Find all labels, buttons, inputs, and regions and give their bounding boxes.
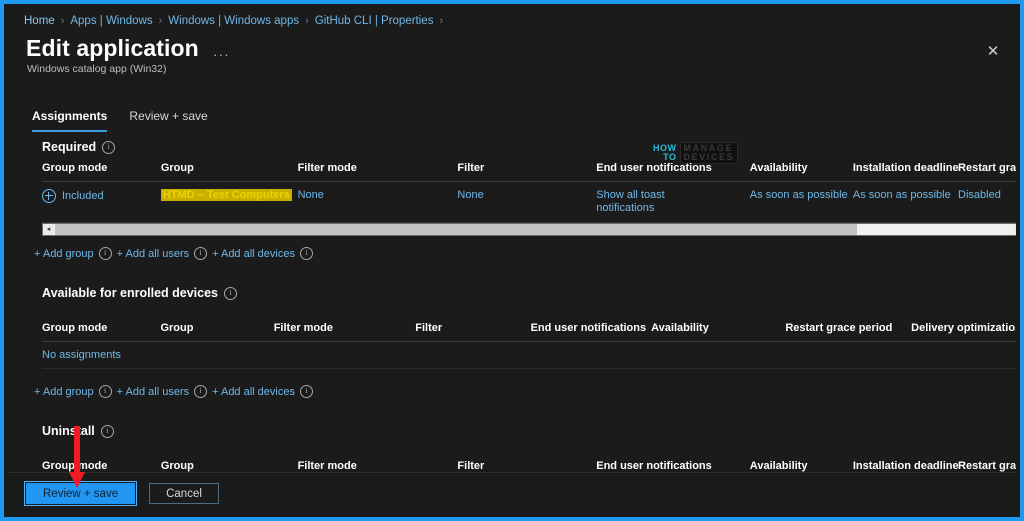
add-all-users-link[interactable]: + Add all users — [117, 386, 189, 398]
end-user-notifications-value: Show all toast notifications — [596, 189, 665, 214]
col-filter[interactable]: Filter — [457, 154, 597, 182]
breadcrumb-item-github-cli-properties[interactable]: GitHub CLI | Properties — [315, 15, 434, 27]
col-end-user-notifications[interactable]: End user notifications — [596, 154, 750, 182]
available-assignments-table: Group mode Group Filter mode Filter End … — [42, 314, 1016, 369]
table-header-row: Group mode Group Filter mode Filter End … — [42, 154, 1016, 182]
cell-availability[interactable]: As soon as possible — [749, 181, 853, 223]
section-heading-available: Available for enrolled devices i — [42, 286, 1016, 300]
table-row[interactable]: Included HTMD – Test Computers None None… — [42, 181, 1016, 223]
info-icon[interactable]: i — [102, 140, 116, 154]
breadcrumb-item-home[interactable]: Home — [24, 15, 55, 27]
breadcrumb-separator-icon: › — [60, 15, 65, 27]
info-icon[interactable]: i — [98, 385, 112, 398]
add-group-link[interactable]: + Add group — [34, 248, 94, 260]
info-icon[interactable]: i — [194, 385, 208, 398]
group-mode-included[interactable]: Included — [42, 189, 161, 203]
tab-assignments[interactable]: Assignments — [32, 109, 108, 132]
add-all-devices-link[interactable]: + Add all devices — [212, 386, 295, 398]
col-filter-mode[interactable]: Filter mode — [273, 314, 416, 342]
col-delivery-optimization[interactable]: Delivery optimizatio... — [911, 314, 1016, 342]
col-restart-grace-period[interactable]: Restart grace period — [785, 314, 912, 342]
azure-portal-blade-window: Home › Apps | Windows › Windows | Window… — [0, 0, 1024, 521]
scroll-right-arrow-icon[interactable]: ▸ — [1014, 224, 1016, 235]
col-filter-mode[interactable]: Filter mode — [297, 154, 458, 182]
col-group-mode[interactable]: Group mode — [42, 314, 161, 342]
col-installation-deadline[interactable]: Installation deadline — [852, 452, 959, 473]
blade-footer: Review + save Cancel — [8, 472, 1016, 513]
table-header-row: Group mode Group Filter mode Filter End … — [42, 452, 1016, 473]
page-subtitle: Windows catalog app (Win32) — [27, 63, 167, 75]
breadcrumb-item-apps-windows[interactable]: Apps | Windows — [70, 15, 152, 27]
section-title-required: Required — [42, 140, 97, 154]
breadcrumb-separator-icon: › — [158, 15, 163, 27]
info-icon[interactable]: i — [299, 247, 313, 260]
breadcrumb-separator-icon: › — [439, 15, 444, 27]
available-add-links: + Add group i + Add all users i + Add al… — [34, 385, 1016, 398]
col-filter[interactable]: Filter — [415, 314, 531, 342]
col-group[interactable]: Group — [160, 452, 298, 473]
col-group-mode[interactable]: Group mode — [42, 452, 161, 473]
col-availability[interactable]: Availability — [749, 452, 853, 473]
required-assignments-table: Group mode Group Filter mode Filter End … — [42, 154, 1016, 223]
cell-group: HTMD – Test Computers — [160, 181, 298, 223]
col-end-user-notifications[interactable]: End user notifications — [596, 452, 750, 473]
table-row-empty: No assignments — [42, 341, 1016, 369]
cell-end-user-notifications[interactable]: Show all toast notifications — [596, 181, 750, 223]
cell-group-mode: Included — [42, 181, 161, 223]
cell-filter[interactable]: None — [457, 181, 597, 223]
cell-filter-mode[interactable]: None — [297, 181, 458, 223]
col-group[interactable]: Group — [160, 154, 298, 182]
no-assignments-text: No assignments — [42, 341, 1016, 369]
info-icon[interactable]: i — [98, 247, 112, 260]
page-title: Edit application — [26, 35, 199, 61]
add-all-users-link[interactable]: + Add all users — [117, 248, 189, 260]
section-title-available: Available for enrolled devices — [42, 286, 218, 300]
col-end-user-notifications[interactable]: End user notifications — [530, 314, 652, 342]
col-filter[interactable]: Filter — [457, 452, 597, 473]
arrow-head — [69, 472, 85, 488]
breadcrumb: Home › Apps | Windows › Windows | Window… — [24, 15, 443, 27]
section-heading-required: Required i — [42, 140, 1016, 154]
group-mode-label: Included — [62, 190, 104, 202]
section-heading-uninstall: Uninstall i — [42, 424, 1016, 438]
scroll-left-arrow-icon[interactable]: ◂ — [43, 224, 54, 235]
col-group[interactable]: Group — [160, 314, 274, 342]
group-name-highlighted[interactable]: HTMD – Test Computers — [160, 189, 292, 201]
add-all-devices-link[interactable]: + Add all devices — [212, 248, 295, 260]
required-add-links: + Add group i + Add all users i + Add al… — [34, 247, 1016, 260]
required-table-horizontal-scrollbar[interactable]: ◂ ▸ — [42, 223, 1016, 236]
cell-restart-grace-period[interactable]: Disabled — [958, 181, 1016, 223]
more-options-icon[interactable]: ··· — [213, 36, 230, 62]
table-header-row: Group mode Group Filter mode Filter End … — [42, 314, 1016, 342]
breadcrumb-item-windows-apps[interactable]: Windows | Windows apps — [168, 15, 299, 27]
assignments-content: Required i Group mode Group Filter mode … — [8, 140, 1016, 473]
title-row: Edit application ··· — [26, 35, 230, 62]
blade-tabs: Assignments Review + save — [32, 109, 208, 132]
info-icon[interactable]: i — [299, 385, 313, 398]
annotation-arrow-icon — [69, 426, 85, 490]
info-icon[interactable]: i — [224, 286, 237, 300]
scrollbar-thumb[interactable] — [55, 224, 857, 235]
tab-review-save[interactable]: Review + save — [129, 109, 207, 132]
cell-installation-deadline[interactable]: As soon as possible — [852, 181, 959, 223]
col-restart-grace-period[interactable]: Restart grace pe — [958, 452, 1016, 473]
info-icon[interactable]: i — [194, 247, 208, 260]
col-installation-deadline[interactable]: Installation deadline — [852, 154, 959, 182]
plus-circle-icon — [42, 189, 56, 203]
col-availability[interactable]: Availability — [749, 154, 853, 182]
col-filter-mode[interactable]: Filter mode — [297, 452, 458, 473]
breadcrumb-separator-icon: › — [305, 15, 309, 27]
col-availability[interactable]: Availability — [651, 314, 786, 342]
edit-application-blade: Home › Apps | Windows › Windows | Window… — [8, 8, 1016, 513]
uninstall-assignments-table: Group mode Group Filter mode Filter End … — [42, 452, 1016, 473]
col-restart-grace-period[interactable]: Restart grace pe — [958, 154, 1016, 182]
cancel-button[interactable]: Cancel — [149, 482, 219, 504]
add-group-link[interactable]: + Add group — [34, 386, 94, 398]
col-group-mode[interactable]: Group mode — [42, 154, 161, 182]
close-icon[interactable]: ✕ — [982, 41, 1004, 63]
arrow-shaft — [74, 426, 80, 474]
info-icon[interactable]: i — [100, 424, 114, 438]
